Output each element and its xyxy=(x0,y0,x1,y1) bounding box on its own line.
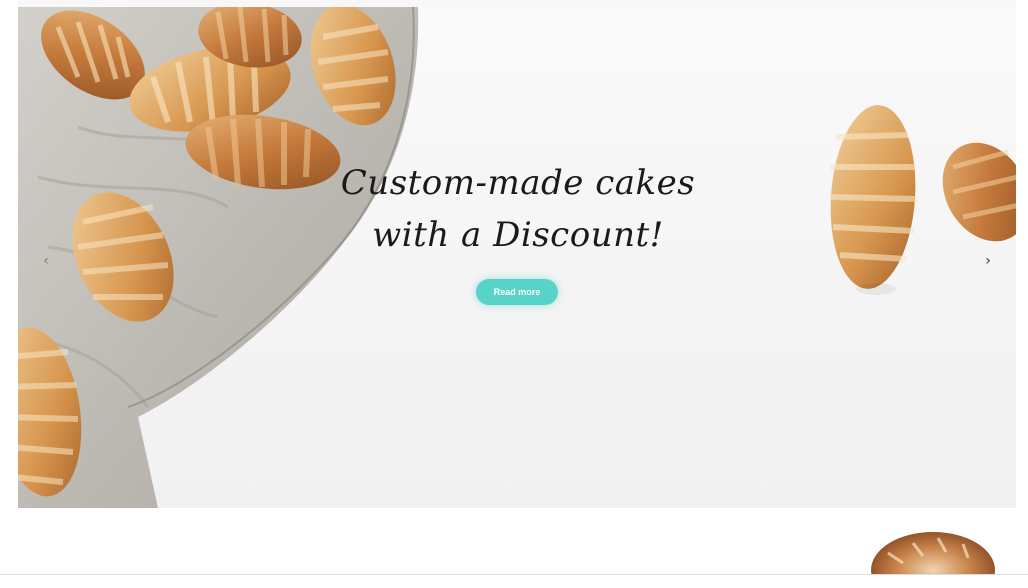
read-more-button[interactable]: Read more xyxy=(476,279,558,305)
page: Custom-made cakes with a Discount! Read … xyxy=(0,0,1028,588)
hero-headline: Custom-made cakes with a Discount! xyxy=(268,157,768,261)
page-margin-left xyxy=(0,0,18,588)
hero-headline-line1: Custom-made cakes xyxy=(340,163,696,203)
slider-prev-button[interactable]: ‹ xyxy=(36,251,56,271)
page-margin-right xyxy=(1016,0,1028,588)
hero-slider: Custom-made cakes with a Discount! Read … xyxy=(18,7,1016,508)
slider-next-button[interactable]: › xyxy=(978,251,998,271)
croissant-right xyxy=(829,105,919,295)
chevron-right-icon: › xyxy=(985,253,991,269)
pastry-image xyxy=(871,532,995,574)
next-section xyxy=(18,508,1016,574)
top-strip xyxy=(0,0,1028,7)
chevron-left-icon: ‹ xyxy=(43,253,49,269)
croissant-far-right xyxy=(942,142,1016,242)
bottom-edge xyxy=(0,574,1028,588)
hero-headline-line2: with a Discount! xyxy=(372,215,664,255)
